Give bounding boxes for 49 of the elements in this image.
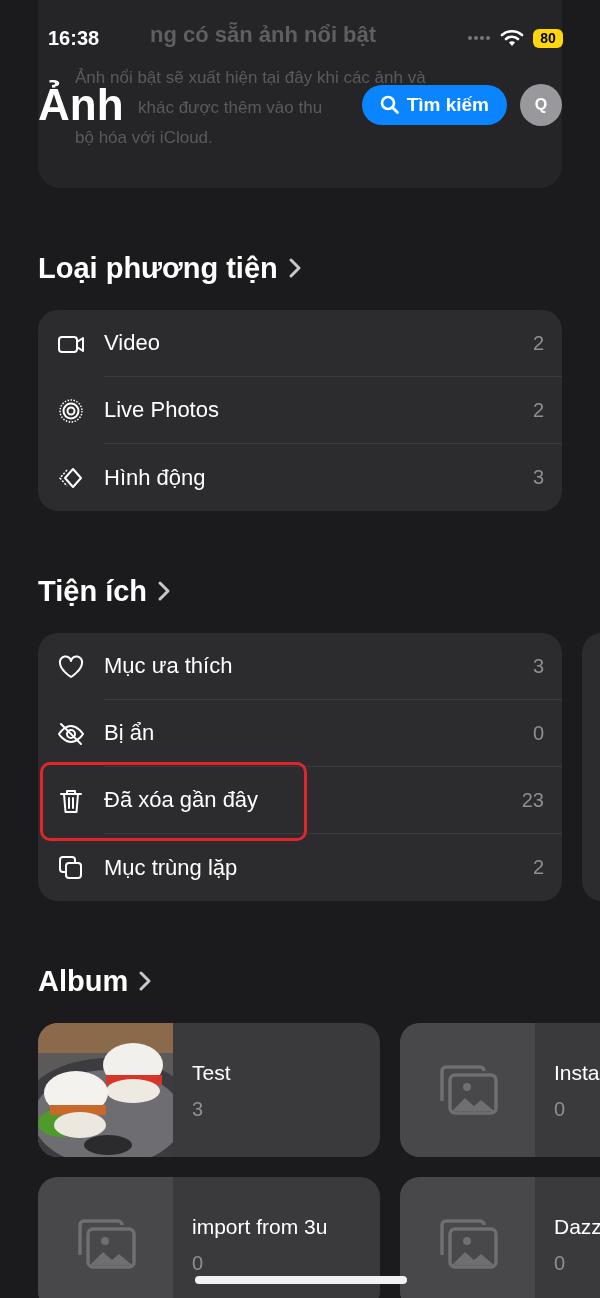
item-label: Live Photos bbox=[104, 397, 219, 423]
album-name: Insta bbox=[554, 1060, 600, 1086]
album-count: 0 bbox=[554, 1097, 567, 1122]
item-count: 23 bbox=[521, 788, 544, 812]
card-title: ng có sẵn ảnh nổi bật bbox=[150, 21, 377, 49]
wifi-icon bbox=[500, 29, 524, 47]
item-label: Video bbox=[104, 330, 160, 356]
item-label: Mục ưa thích bbox=[104, 653, 233, 679]
duplicate-icon bbox=[57, 853, 85, 882]
album-count: 0 bbox=[554, 1251, 567, 1276]
item-count: 2 bbox=[532, 856, 544, 879]
search-button[interactable]: Tìm kiếm bbox=[361, 85, 507, 125]
section-title[interactable]: Loại phương tiện bbox=[38, 251, 278, 285]
list-item[interactable]: Mục ưa thích 3 bbox=[38, 633, 562, 700]
chevron-icon bbox=[157, 580, 172, 602]
search-icon bbox=[379, 95, 400, 115]
album-card[interactable]: Dazz 0 bbox=[400, 1177, 600, 1298]
album-count: 0 bbox=[192, 1251, 205, 1276]
chevron-icon bbox=[287, 257, 302, 279]
item-label: Mục trùng lặp bbox=[104, 854, 238, 881]
list-item[interactable]: Live Photos 2 bbox=[38, 377, 562, 444]
list-item[interactable]: Hình động 3 bbox=[38, 444, 562, 511]
album-card[interactable]: Test 3 bbox=[38, 1023, 380, 1157]
album-name: Test bbox=[192, 1060, 231, 1086]
album-name: Dazz bbox=[554, 1214, 600, 1240]
album-card[interactable]: Insta 0 bbox=[400, 1023, 600, 1157]
status-time: 16:38 bbox=[48, 26, 100, 50]
signal-icon bbox=[467, 35, 491, 41]
item-count: 3 bbox=[532, 466, 544, 489]
item-label: Bị ẩn bbox=[104, 720, 155, 746]
list-item[interactable]: Đã xóa gần đây 23 bbox=[38, 767, 562, 834]
list-item[interactable]: Video 2 bbox=[38, 310, 562, 377]
list-item[interactable]: Mục trùng lặp 2 bbox=[38, 834, 562, 901]
chevron-icon bbox=[138, 970, 153, 992]
battery-level: 80 bbox=[540, 30, 556, 46]
heart-icon bbox=[57, 652, 85, 681]
item-count: 2 bbox=[532, 398, 544, 422]
album-name: import from 3u bbox=[192, 1214, 328, 1240]
item-count: 0 bbox=[532, 721, 544, 745]
section-title[interactable]: Album bbox=[38, 964, 129, 998]
item-label: Hình động bbox=[104, 464, 206, 491]
item-count: 2 bbox=[532, 331, 544, 355]
album-count: 3 bbox=[192, 1097, 205, 1122]
album-card[interactable]: import from 3u 0 bbox=[38, 1177, 380, 1298]
item-count: 3 bbox=[532, 654, 544, 678]
list-item[interactable]: Bị ẩn 0 bbox=[38, 700, 562, 767]
concentric-circles-icon bbox=[57, 396, 85, 425]
section-title[interactable]: Tiện ích bbox=[38, 574, 148, 608]
item-label: Đã xóa gần đây bbox=[104, 787, 259, 813]
